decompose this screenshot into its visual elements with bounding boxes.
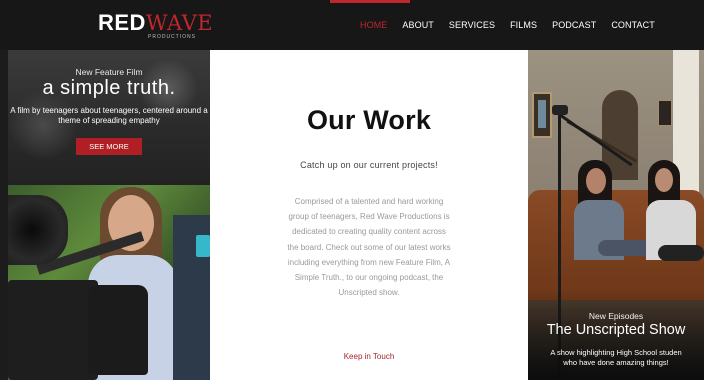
main-nav: HOME ABOUT SERVICES FILMS PODCAST CONTAC… xyxy=(360,0,670,50)
logo-red-text: RED xyxy=(98,10,146,35)
camera-body xyxy=(8,280,98,380)
host-two-legs xyxy=(658,245,704,261)
film-set-photo xyxy=(8,185,210,380)
microphone-icon xyxy=(552,105,568,115)
podcast-title[interactable]: The Unscripted Show xyxy=(528,322,704,338)
section-title: Our Work xyxy=(306,105,432,135)
podcast-panel[interactable]: New Episodes The Unscripted Show A show … xyxy=(528,50,704,380)
camera-handle xyxy=(88,285,148,375)
nav-home[interactable]: HOME xyxy=(360,20,387,30)
logo-wordmark: REDWAVE xyxy=(98,10,213,35)
section-subtitle: Catch up on our current projects! xyxy=(300,160,438,170)
feature-description: A film by teenagers about teenagers, cen… xyxy=(10,106,208,125)
frame-picture xyxy=(538,100,546,128)
nav-contact[interactable]: CONTACT xyxy=(611,20,655,30)
feature-eyebrow: New Feature Film xyxy=(75,67,143,77)
feature-film-panel: New Feature Film a simple truth. A film … xyxy=(8,50,210,380)
nav-films[interactable]: FILMS xyxy=(510,20,537,30)
see-more-button[interactable]: SEE MORE xyxy=(76,138,142,155)
section-body: Comprised of a talented and hard working… xyxy=(287,197,451,298)
host-one-face xyxy=(586,168,606,194)
keep-in-touch-link[interactable]: Keep in Touch xyxy=(210,352,528,361)
podcast-description-line1: A show highlighting High School studen xyxy=(550,348,682,357)
wall-frame-small xyxy=(658,100,672,126)
logo-tagline: PRODUCTIONS xyxy=(148,34,196,40)
phone-prop xyxy=(196,235,210,257)
our-work-section: Our Work Catch up on our current project… xyxy=(210,50,528,380)
brand-logo[interactable]: REDWAVE PRODUCTIONS xyxy=(98,10,213,42)
camera-lens xyxy=(8,195,68,265)
feature-film-banner: New Feature Film a simple truth. A film … xyxy=(8,50,210,185)
nav-services[interactable]: SERVICES xyxy=(449,20,495,30)
podcast-eyebrow: New Episodes xyxy=(588,311,644,321)
host-two-face xyxy=(655,168,673,192)
logo-wave-text: WAVE xyxy=(145,11,214,35)
site-header: REDWAVE PRODUCTIONS HOME ABOUT SERVICES … xyxy=(0,0,704,50)
feature-title: a simple truth. xyxy=(42,77,176,99)
wall-frame xyxy=(532,92,552,138)
nav-podcast[interactable]: PODCAST xyxy=(552,20,596,30)
nav-about[interactable]: ABOUT xyxy=(402,20,434,30)
podcast-description-line2: who have done amazing things! xyxy=(563,358,669,367)
podcast-description: A show highlighting High School studen w… xyxy=(528,348,704,368)
